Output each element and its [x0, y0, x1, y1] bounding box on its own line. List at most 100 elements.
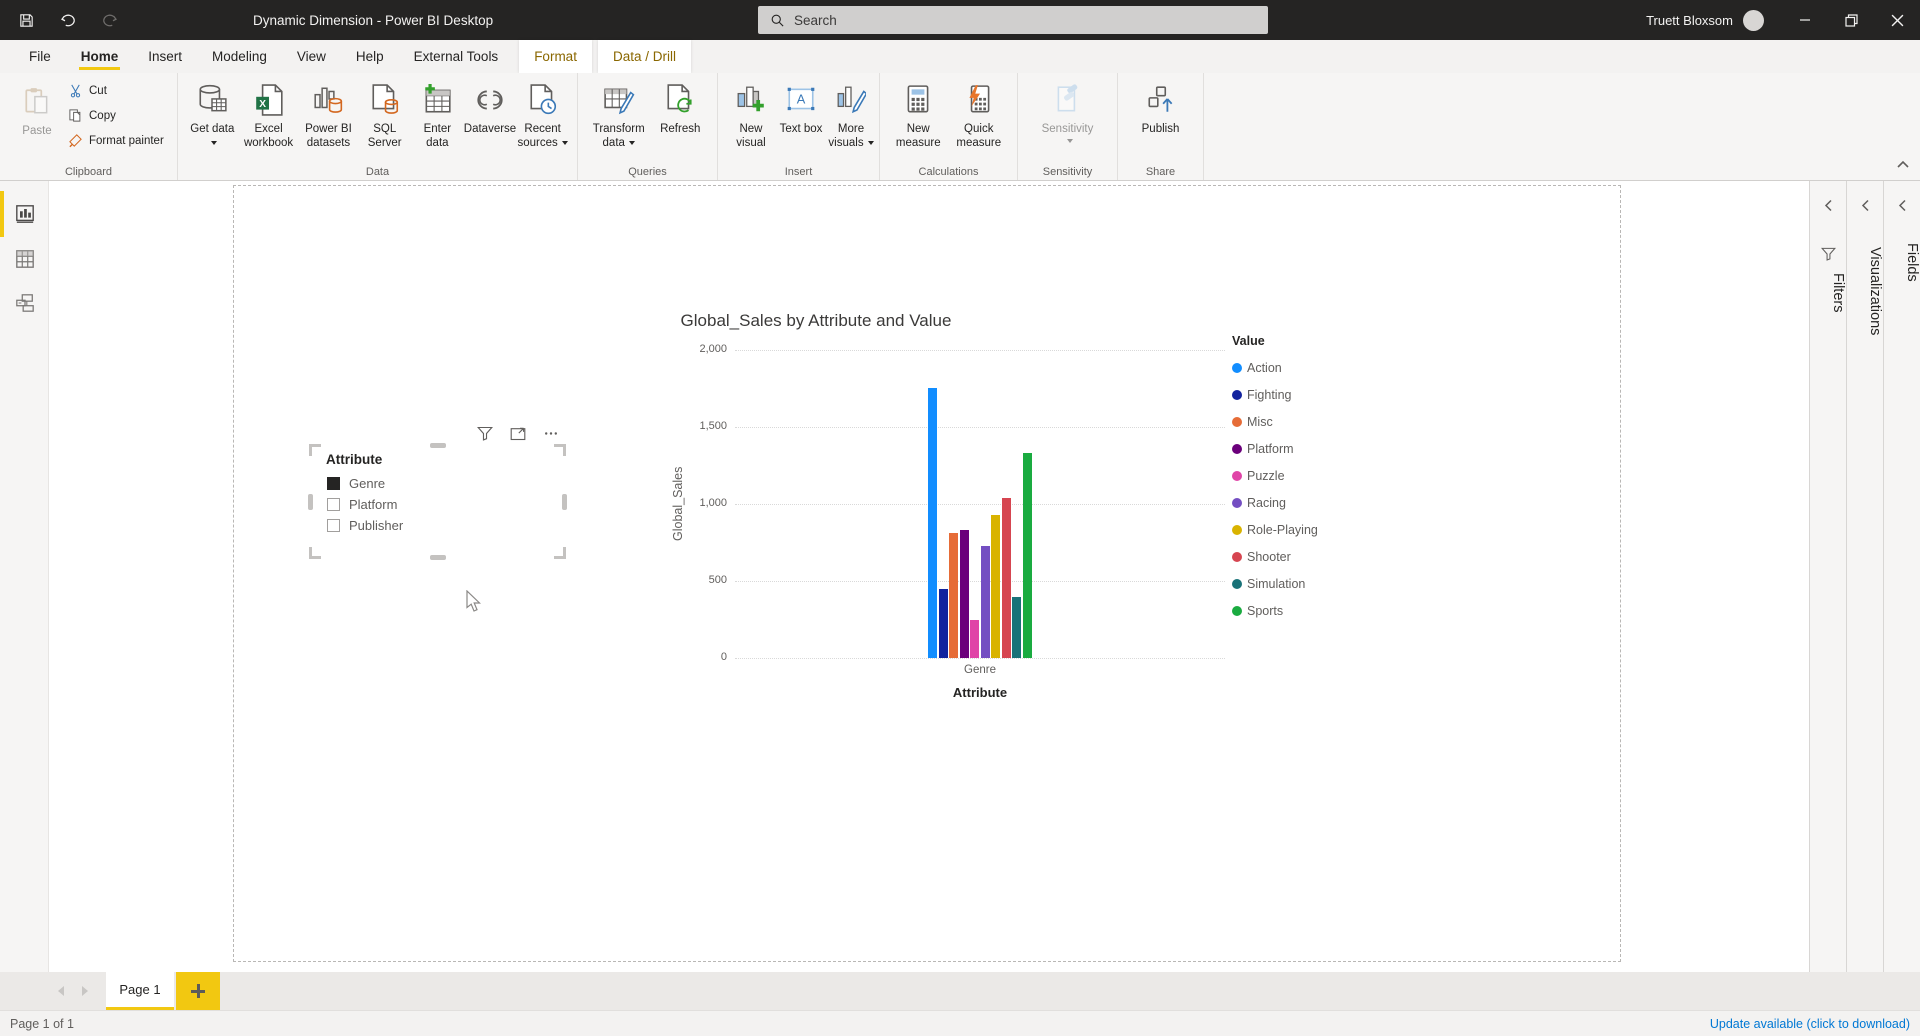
new-page-button[interactable]	[176, 972, 220, 1010]
ribbon-tab-help[interactable]: Help	[341, 40, 399, 73]
legend-item-sports[interactable]: Sports	[1232, 597, 1318, 624]
previous-page-button[interactable]	[58, 986, 64, 996]
refresh-button[interactable]: Refresh	[652, 78, 708, 136]
legend-dot	[1232, 444, 1242, 454]
gridline	[735, 504, 1225, 505]
recent-sources-button[interactable]: Recent sources	[517, 78, 568, 150]
get-data-button[interactable]: Get data	[187, 78, 238, 150]
ribbon-tab-modeling[interactable]: Modeling	[197, 40, 282, 73]
redo-button[interactable]	[96, 6, 124, 34]
filters-panel-collapsed[interactable]: Filters	[1809, 181, 1846, 972]
ribbon-tab-home[interactable]: Home	[66, 40, 134, 73]
plus-icon	[191, 984, 205, 998]
resize-handle[interactable]	[562, 494, 567, 510]
legend-item-puzzle[interactable]: Puzzle	[1232, 462, 1318, 489]
bar-simulation[interactable]	[1012, 597, 1021, 658]
ribbon-tab-format[interactable]: Format	[519, 40, 592, 73]
transform-data-button[interactable]: Transform data	[587, 78, 650, 150]
update-available-link[interactable]: Update available (click to download)	[1710, 1017, 1910, 1031]
focus-mode-button[interactable]	[510, 426, 526, 446]
avatar[interactable]	[1743, 10, 1764, 31]
new-measure-button[interactable]: New measure	[889, 78, 948, 150]
minimize-button[interactable]	[1782, 0, 1828, 40]
legend-item-action[interactable]: Action	[1232, 354, 1318, 381]
legend-item-racing[interactable]: Racing	[1232, 489, 1318, 516]
model-view-button[interactable]	[0, 284, 49, 322]
search-input[interactable]	[794, 13, 1214, 28]
next-page-button[interactable]	[82, 986, 88, 996]
visualizations-panel-collapsed[interactable]: Visualizations	[1846, 181, 1883, 972]
legend-item-shooter[interactable]: Shooter	[1232, 543, 1318, 570]
refresh-icon	[666, 84, 694, 116]
publish-button[interactable]: Publish	[1133, 78, 1189, 136]
cut-button[interactable]: Cut	[68, 80, 164, 101]
resize-handle[interactable]	[430, 555, 446, 560]
resize-handle[interactable]	[554, 444, 566, 456]
slicer-item-platform[interactable]: Platform	[327, 494, 403, 515]
bar-racing[interactable]	[981, 546, 990, 658]
ribbon-tab-view[interactable]: View	[282, 40, 341, 73]
legend-item-role-playing[interactable]: Role-Playing	[1232, 516, 1318, 543]
report-canvas[interactable]: Global_Sales by Attribute and Value 0500…	[49, 181, 1809, 972]
resize-handle[interactable]	[309, 547, 321, 559]
page-tab[interactable]: Page 1	[106, 972, 174, 1010]
new-visual-button[interactable]: New visual	[727, 78, 775, 150]
search-icon	[770, 13, 785, 28]
dataverse-button[interactable]: Dataverse	[465, 78, 516, 136]
restore-button[interactable]	[1828, 0, 1874, 40]
resize-handle[interactable]	[430, 443, 446, 448]
data-view-button[interactable]	[0, 240, 49, 278]
power-bi-datasets-button[interactable]: Power BI datasets	[300, 78, 358, 150]
visual-filter-button[interactable]	[477, 426, 493, 446]
save-button[interactable]	[12, 6, 40, 34]
ribbon-tab-external-tools[interactable]: External Tools	[399, 40, 514, 73]
resize-handle[interactable]	[554, 547, 566, 559]
legend-label: Role-Playing	[1247, 523, 1318, 537]
user-name[interactable]: Truett Bloxsom	[1646, 13, 1733, 28]
bar-fighting[interactable]	[939, 589, 948, 658]
fields-panel-collapsed[interactable]: Fields	[1883, 181, 1920, 972]
ribbon-tab-file[interactable]: File	[14, 40, 66, 73]
slicer-item-publisher[interactable]: Publisher	[327, 515, 403, 536]
legend-label: Puzzle	[1247, 469, 1285, 483]
ribbon-tab-data-drill[interactable]: Data / Drill	[598, 40, 691, 73]
bar-misc[interactable]	[949, 533, 958, 658]
legend-title: Value	[1232, 334, 1318, 348]
report-view-button[interactable]	[0, 195, 49, 233]
paste-button[interactable]: Paste	[13, 80, 61, 138]
legend-item-fighting[interactable]: Fighting	[1232, 381, 1318, 408]
slicer-item-genre[interactable]: Genre	[327, 473, 403, 494]
excel-workbook-button[interactable]: X Excel workbook	[240, 78, 298, 150]
close-button[interactable]	[1874, 0, 1920, 40]
more-options-button[interactable]	[543, 426, 559, 446]
format-painter-button[interactable]: Format painter	[68, 130, 164, 151]
ribbon-tab-insert[interactable]: Insert	[133, 40, 197, 73]
bar-puzzle[interactable]	[970, 620, 979, 658]
search-box[interactable]	[758, 6, 1268, 34]
legend-item-misc[interactable]: Misc	[1232, 408, 1318, 435]
more-visuals-button[interactable]: More visuals	[827, 78, 875, 150]
bar-platform[interactable]	[960, 530, 969, 658]
resize-handle[interactable]	[309, 444, 321, 456]
enter-data-button[interactable]: Enter data	[412, 78, 463, 150]
bar-shooter[interactable]	[1002, 498, 1011, 658]
checkbox-unchecked[interactable]	[327, 519, 340, 532]
sql-server-button[interactable]: SQL Server	[359, 78, 410, 150]
resize-handle[interactable]	[308, 494, 313, 510]
bar-action[interactable]	[928, 388, 937, 658]
svg-text:X: X	[259, 99, 266, 110]
legend-item-platform[interactable]: Platform	[1232, 435, 1318, 462]
undo-button[interactable]	[54, 6, 82, 34]
sensitivity-button[interactable]: Sensitivity	[1036, 78, 1100, 143]
copy-button[interactable]: Copy	[68, 105, 164, 126]
text-box-button[interactable]: A Text box	[777, 78, 825, 136]
y-tick-label: 2,000	[675, 343, 727, 355]
collapse-ribbon-button[interactable]	[1896, 156, 1910, 174]
checkbox-checked[interactable]	[327, 477, 340, 490]
bar-role-playing[interactable]	[991, 515, 1000, 658]
quick-measure-button[interactable]: Quick measure	[950, 78, 1009, 150]
bar-sports[interactable]	[1023, 453, 1032, 658]
legend-item-simulation[interactable]: Simulation	[1232, 570, 1318, 597]
restore-icon	[1845, 14, 1858, 27]
checkbox-unchecked[interactable]	[327, 498, 340, 511]
